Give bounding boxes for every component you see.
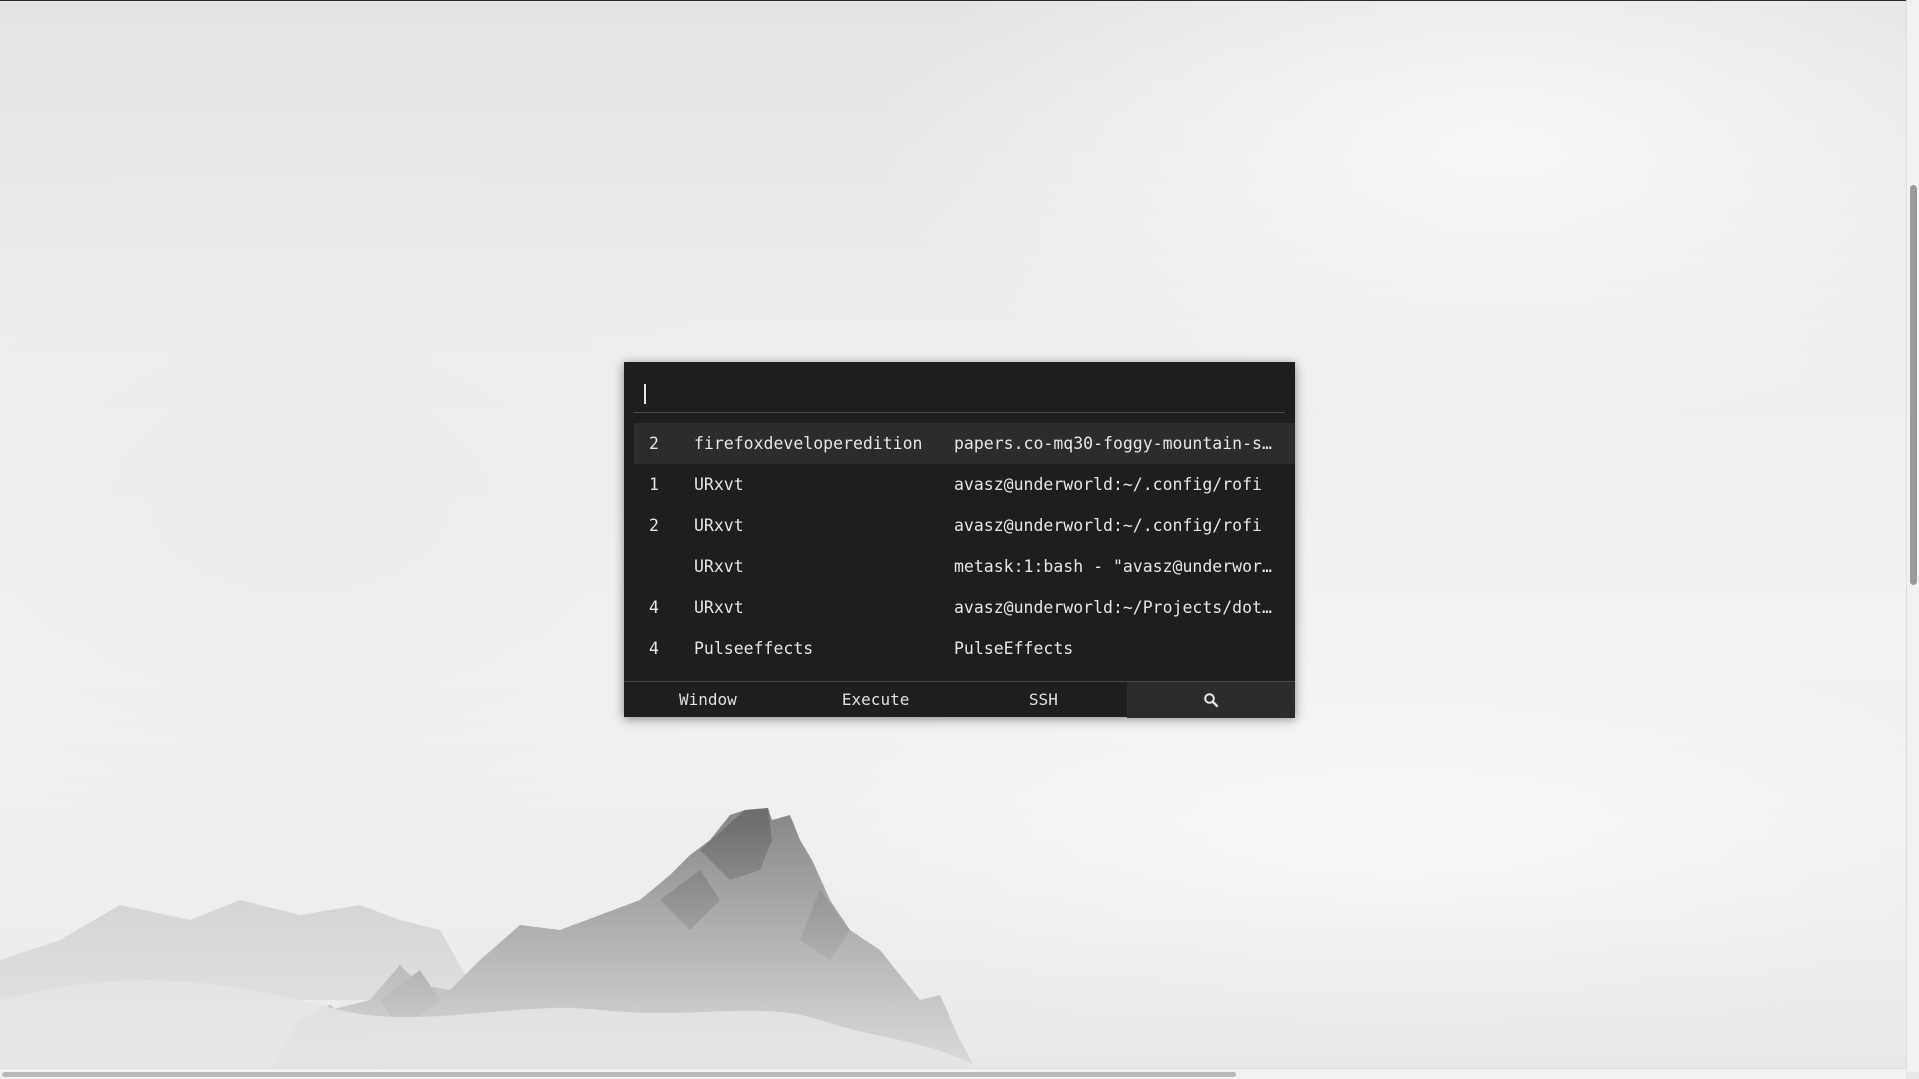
window-class: URxvt (694, 516, 744, 535)
vertical-scrollbar[interactable] (1906, 0, 1919, 1072)
rofi-window-switcher: 2 firefoxdeveloperedition papers.co-mq30… (624, 362, 1295, 718)
window-title: PulseEffects (954, 639, 1074, 658)
workspace-number: 2 (649, 434, 659, 453)
workspace-number: 4 (649, 639, 659, 658)
list-item[interactable]: 1 URxvt avasz@underworld:~/.config/rofi (634, 464, 1295, 505)
window-title: avasz@underworld:~/Projects/dot… (954, 598, 1272, 617)
list-item-selected[interactable]: 2 firefoxdeveloperedition papers.co-mq30… (634, 423, 1295, 464)
window-class: URxvt (694, 475, 744, 494)
window-class: URxvt (694, 598, 744, 617)
workspace-number: 4 (649, 598, 659, 617)
mode-button-search[interactable] (1127, 682, 1295, 718)
horizontal-scrollbar-thumb[interactable] (2, 1072, 1236, 1077)
listview: 2 firefoxdeveloperedition papers.co-mq30… (634, 423, 1295, 669)
workspace-number: 1 (649, 475, 659, 494)
window-title: metask:1:bash - "avasz@underwor… (954, 557, 1272, 576)
list-item[interactable]: 2 URxvt avasz@underworld:~/.config/rofi (634, 505, 1295, 546)
window-title: papers.co-mq30-foggy-mountain-s… (954, 434, 1272, 453)
workspace-number: 2 (649, 516, 659, 535)
list-item[interactable]: 4 URxvt avasz@underworld:~/Projects/dot… (634, 587, 1295, 628)
search-icon (1204, 692, 1219, 707)
vertical-scrollbar-thumb[interactable] (1910, 185, 1917, 585)
search-input[interactable] (638, 376, 1268, 406)
window-title: avasz@underworld:~/.config/rofi (954, 516, 1262, 535)
window-class: firefoxdeveloperedition (694, 434, 923, 453)
text-cursor (644, 384, 646, 404)
mode-switcher: Window Execute SSH (624, 681, 1295, 718)
window-title: avasz@underworld:~/.config/rofi (954, 475, 1262, 494)
mode-button-window[interactable]: Window (624, 682, 792, 718)
inputbar (634, 372, 1285, 413)
mode-button-execute[interactable]: Execute (792, 682, 960, 718)
list-item[interactable]: URxvt metask:1:bash - "avasz@underwor… (634, 546, 1295, 587)
mode-button-ssh[interactable]: SSH (960, 682, 1128, 718)
list-item[interactable]: 4 Pulseeffects PulseEffects (634, 628, 1295, 669)
window-class: URxvt (694, 557, 744, 576)
window-class: Pulseeffects (694, 639, 814, 658)
horizontal-scrollbar[interactable] (0, 1068, 1906, 1079)
